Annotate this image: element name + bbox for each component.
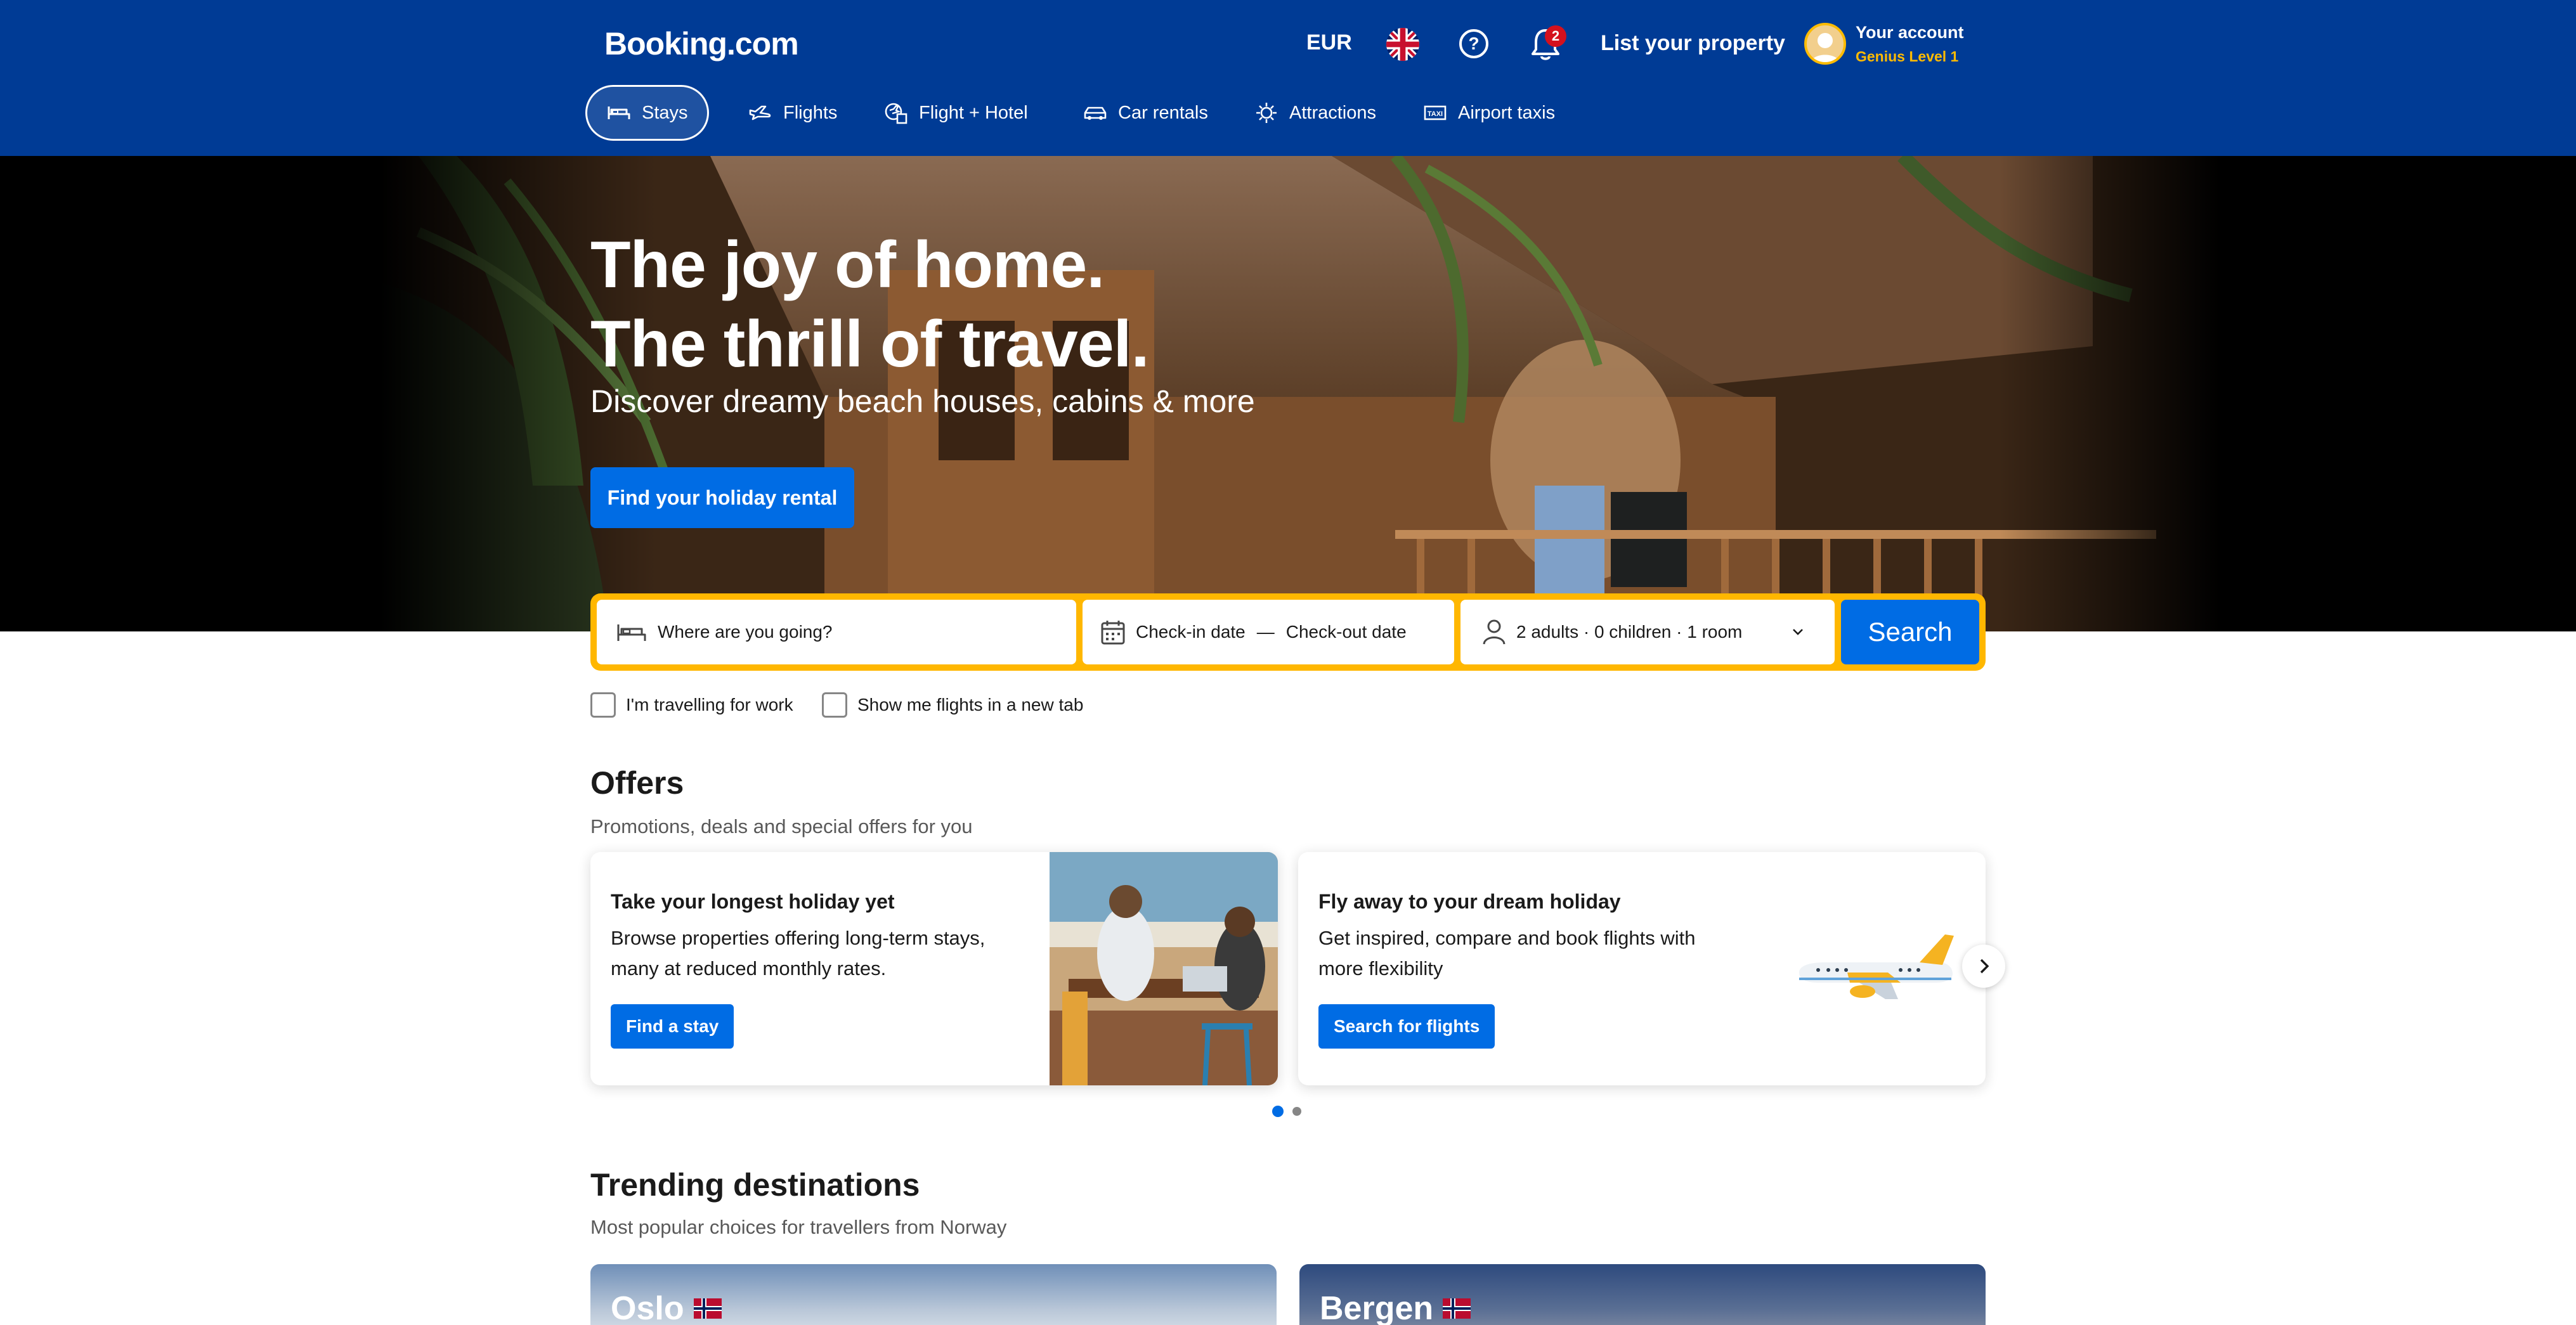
offer-card-title: Take your longest holiday yet bbox=[611, 890, 895, 913]
hero-title-line: The thrill of travel. bbox=[590, 307, 1149, 381]
occupancy-summary: 2 adults · 0 children · 1 room bbox=[1516, 622, 1743, 642]
find-a-stay-button[interactable]: Find a stay bbox=[611, 1004, 734, 1049]
checkbox-label: Show me flights in a new tab bbox=[857, 695, 1084, 714]
offer-card-text: Browse properties offering long-term sta… bbox=[611, 927, 986, 979]
currency-selector[interactable]: EUR bbox=[1306, 30, 1352, 55]
norway-flag-icon bbox=[693, 1298, 722, 1319]
travelling-for-work-checkbox[interactable]: I'm travelling for work bbox=[590, 692, 793, 718]
nav-tab-label: Flights bbox=[783, 102, 838, 123]
carousel-dot-active[interactable] bbox=[1272, 1106, 1284, 1117]
calendar-icon bbox=[1101, 621, 1125, 645]
attractions-icon bbox=[1256, 103, 1277, 123]
destination-placeholder: Where are you going? bbox=[658, 622, 833, 642]
search-button[interactable]: Search bbox=[1841, 600, 1979, 664]
chevron-right-icon bbox=[1980, 959, 1989, 974]
destination-label: Oslo bbox=[611, 1290, 684, 1325]
nav-tab-flight-hotel[interactable]: Flight + Hotel bbox=[864, 85, 1047, 141]
checkbox-box[interactable] bbox=[590, 692, 616, 718]
offer-photo-cafe bbox=[1050, 852, 1278, 1085]
checkin-date: Check-in date bbox=[1136, 622, 1246, 642]
nav-tab-stays[interactable]: Stays bbox=[585, 85, 709, 141]
date-range-field[interactable]: Check-in date — Check-out date bbox=[1083, 600, 1454, 664]
carousel-dot[interactable] bbox=[1292, 1107, 1301, 1116]
search-bar: Where are you going? Check-in date — Che… bbox=[590, 593, 1986, 671]
carousel-next-button[interactable] bbox=[1962, 945, 2005, 988]
bed-icon bbox=[608, 107, 630, 119]
checkbox-box[interactable] bbox=[822, 692, 847, 718]
flight-hotel-icon bbox=[885, 103, 907, 124]
flights-new-tab-checkbox[interactable]: Show me flights in a new tab bbox=[822, 692, 1083, 718]
nav-tab-label: Car rentals bbox=[1118, 102, 1208, 123]
nav-tab-car-rentals[interactable]: Car rentals bbox=[1064, 85, 1227, 141]
destination-card-oslo[interactable]: Oslo bbox=[590, 1264, 1277, 1325]
checkout-date: Check-out date bbox=[1285, 622, 1407, 642]
account-name[interactable]: Your account bbox=[1856, 23, 1964, 42]
hero-subtitle: Discover dreamy beach houses, cabins & m… bbox=[590, 384, 1255, 419]
offer-card-text: Get inspired, compare and book flights w… bbox=[1318, 927, 1696, 979]
nav-tab-attractions[interactable]: Attractions bbox=[1235, 85, 1395, 141]
nav-tab-label: Airport taxis bbox=[1458, 102, 1556, 123]
destination-label: Bergen bbox=[1320, 1290, 1434, 1325]
uk-flag-icon[interactable] bbox=[1386, 28, 1419, 61]
hero-banner: The joy of home. The thrill of travel. D… bbox=[0, 156, 2576, 631]
destination-name: Oslo bbox=[611, 1289, 722, 1325]
date-separator: — bbox=[1256, 622, 1275, 642]
booking-logo[interactable]: Booking.com bbox=[604, 25, 799, 62]
trending-subtitle: Most popular choices for travellers from… bbox=[590, 1216, 1007, 1238]
question-circle-icon[interactable]: ? bbox=[1459, 29, 1488, 58]
plane-icon bbox=[749, 105, 771, 120]
offer-card-long-stays[interactable]: Take your longest holiday yet Browse pro… bbox=[590, 852, 1278, 1085]
offers-title: Offers bbox=[590, 765, 684, 801]
car-icon bbox=[1084, 107, 1107, 120]
chevron-down-icon bbox=[1793, 629, 1803, 635]
nav-tab-flights[interactable]: Flights bbox=[729, 85, 856, 141]
destination-card-bergen[interactable]: Bergen bbox=[1299, 1264, 1986, 1325]
search-for-flights-button[interactable]: Search for flights bbox=[1318, 1004, 1495, 1049]
nav-tab-label: Flight + Hotel bbox=[919, 102, 1028, 123]
checkbox-label: I'm travelling for work bbox=[626, 695, 793, 714]
hero-title: The joy of home. The thrill of travel. bbox=[590, 226, 1149, 384]
offers-subtitle: Promotions, deals and special offers for… bbox=[590, 815, 973, 837]
bed-icon bbox=[617, 624, 646, 641]
list-your-property-link[interactable]: List your property bbox=[1601, 31, 1785, 56]
svg-text:TAXI: TAXI bbox=[1428, 110, 1443, 118]
offer-card-title: Fly away to your dream holiday bbox=[1318, 890, 1621, 913]
airplane-icon bbox=[1799, 934, 1954, 999]
find-holiday-rental-button[interactable]: Find your holiday rental bbox=[590, 467, 854, 528]
nav-tab-airport-taxis[interactable]: TAXI Airport taxis bbox=[1403, 85, 1574, 141]
trending-title: Trending destinations bbox=[590, 1167, 920, 1203]
taxi-icon: TAXI bbox=[1424, 105, 1447, 120]
destination-field[interactable]: Where are you going? bbox=[597, 600, 1076, 664]
norway-flag-icon bbox=[1443, 1298, 1471, 1319]
avatar[interactable] bbox=[1804, 23, 1846, 65]
genius-level: Genius Level 1 bbox=[1856, 48, 1959, 65]
destination-name: Bergen bbox=[1320, 1289, 1471, 1325]
occupancy-field[interactable]: 2 adults · 0 children · 1 room bbox=[1460, 600, 1835, 664]
top-header: Booking.com EUR ? 2 List your property Y… bbox=[0, 0, 2576, 156]
notification-count-badge: 2 bbox=[1545, 25, 1566, 47]
offer-card-flights[interactable]: Fly away to your dream holiday Get inspi… bbox=[1298, 852, 1986, 1085]
person-icon bbox=[1483, 619, 1506, 645]
nav-tab-label: Stays bbox=[642, 102, 688, 123]
nav-tab-label: Attractions bbox=[1289, 102, 1376, 123]
hero-title-line: The joy of home. bbox=[590, 228, 1105, 302]
